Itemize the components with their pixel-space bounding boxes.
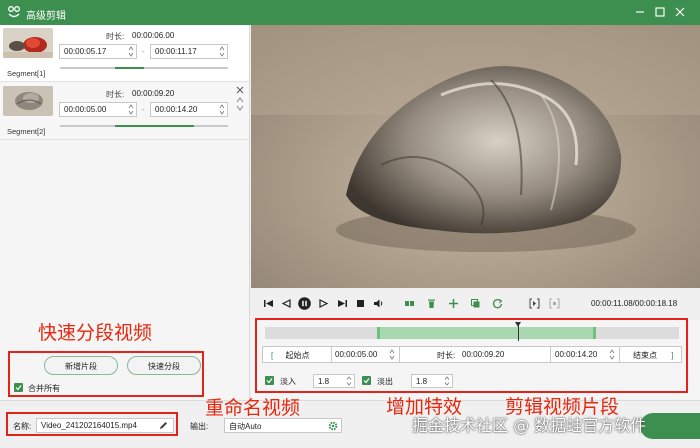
duration-label: 时长: (106, 32, 125, 41)
segment-end-value: 00:00:14.20 (155, 105, 198, 114)
close-icon[interactable] (672, 4, 688, 20)
skip-to-end-icon[interactable] (337, 298, 348, 309)
segment-range-fill (115, 67, 144, 69)
spinner-arrows-icon[interactable] (219, 45, 225, 58)
spinner-arrows-icon[interactable] (128, 45, 134, 58)
segment-thumbnail (3, 86, 53, 116)
app-logo-icon (8, 6, 20, 18)
volume-icon[interactable] (373, 298, 384, 309)
split-icon[interactable] (404, 298, 415, 309)
delete-segment-icon[interactable] (236, 86, 244, 94)
segment-start-input[interactable]: 00:00:05.17 (59, 44, 137, 59)
duration-value: 00:00:09.20 (132, 89, 175, 98)
segment-end-input[interactable]: 00:00:14.20 (150, 102, 228, 117)
minimize-icon[interactable] (632, 4, 648, 20)
pause-icon[interactable] (298, 297, 311, 310)
annotation-box-rename (6, 412, 178, 436)
output-select[interactable]: 自动Auto (224, 418, 342, 433)
step-back-icon[interactable] (281, 298, 292, 309)
range-separator: - (142, 105, 145, 114)
window-title: 高级剪辑 (26, 11, 66, 22)
output-value: 自动Auto (229, 422, 262, 431)
move-down-icon[interactable] (236, 105, 244, 111)
player-controls: 00:00:11.08/00:00:18.18 (251, 288, 700, 320)
annotation-rename: 重命名视频 (205, 397, 301, 419)
spinner-arrows-icon[interactable] (128, 103, 134, 116)
delete-icon[interactable] (426, 298, 437, 309)
export-button[interactable] (640, 413, 700, 439)
add-icon[interactable] (448, 298, 459, 309)
gear-icon[interactable] (328, 421, 338, 431)
segment-thumbnail (3, 28, 53, 58)
segment-range-track (60, 67, 228, 69)
segment-item-2[interactable]: Segment[2] 时长: 00:00:09.20 00:00:05.00 -… (0, 83, 249, 140)
segment-start-value: 00:00:05.17 (64, 47, 107, 56)
copy-icon[interactable] (470, 298, 481, 309)
segment-start-value: 00:00:05.00 (64, 105, 107, 114)
segment-start-input[interactable]: 00:00:05.00 (59, 102, 137, 117)
segment-range-track (60, 125, 228, 127)
annotation-quick-split: 快速分段视频 (38, 322, 153, 344)
segment-label: Segment[2] (7, 127, 46, 136)
title-bar: 高级剪辑 (0, 0, 700, 25)
move-up-icon[interactable] (236, 97, 244, 103)
annotation-box-clip (255, 318, 688, 393)
maximize-icon[interactable] (652, 4, 668, 20)
watermark: 掘金技术社区 @ 数据蛙官方软件 (412, 416, 647, 435)
segment-end-value: 00:00:11.17 (155, 47, 197, 56)
time-readout: 00:00:11.08/00:00:18.18 (591, 299, 678, 308)
duration-label: 时长: (106, 90, 125, 99)
segment-label: Segment[1] (7, 69, 46, 78)
trim-to-selection-icon[interactable] (529, 298, 540, 309)
fit-icon[interactable] (549, 298, 560, 309)
video-preview (251, 25, 700, 288)
segment-item-1[interactable]: Segment[1] 时长: 00:00:06.00 00:00:05.17 -… (0, 25, 249, 82)
range-separator: - (142, 47, 145, 56)
output-label: 输出: (190, 422, 209, 431)
segment-end-input[interactable]: 00:00:11.17 (150, 44, 228, 59)
reset-icon[interactable] (492, 298, 503, 309)
duration-value: 00:00:06.00 (132, 31, 175, 40)
spinner-arrows-icon[interactable] (219, 103, 225, 116)
step-forward-icon[interactable] (318, 298, 329, 309)
segment-range-fill (115, 125, 195, 127)
stop-icon[interactable] (355, 298, 366, 309)
skip-to-start-icon[interactable] (263, 298, 274, 309)
annotation-box-quick-split (8, 351, 204, 397)
